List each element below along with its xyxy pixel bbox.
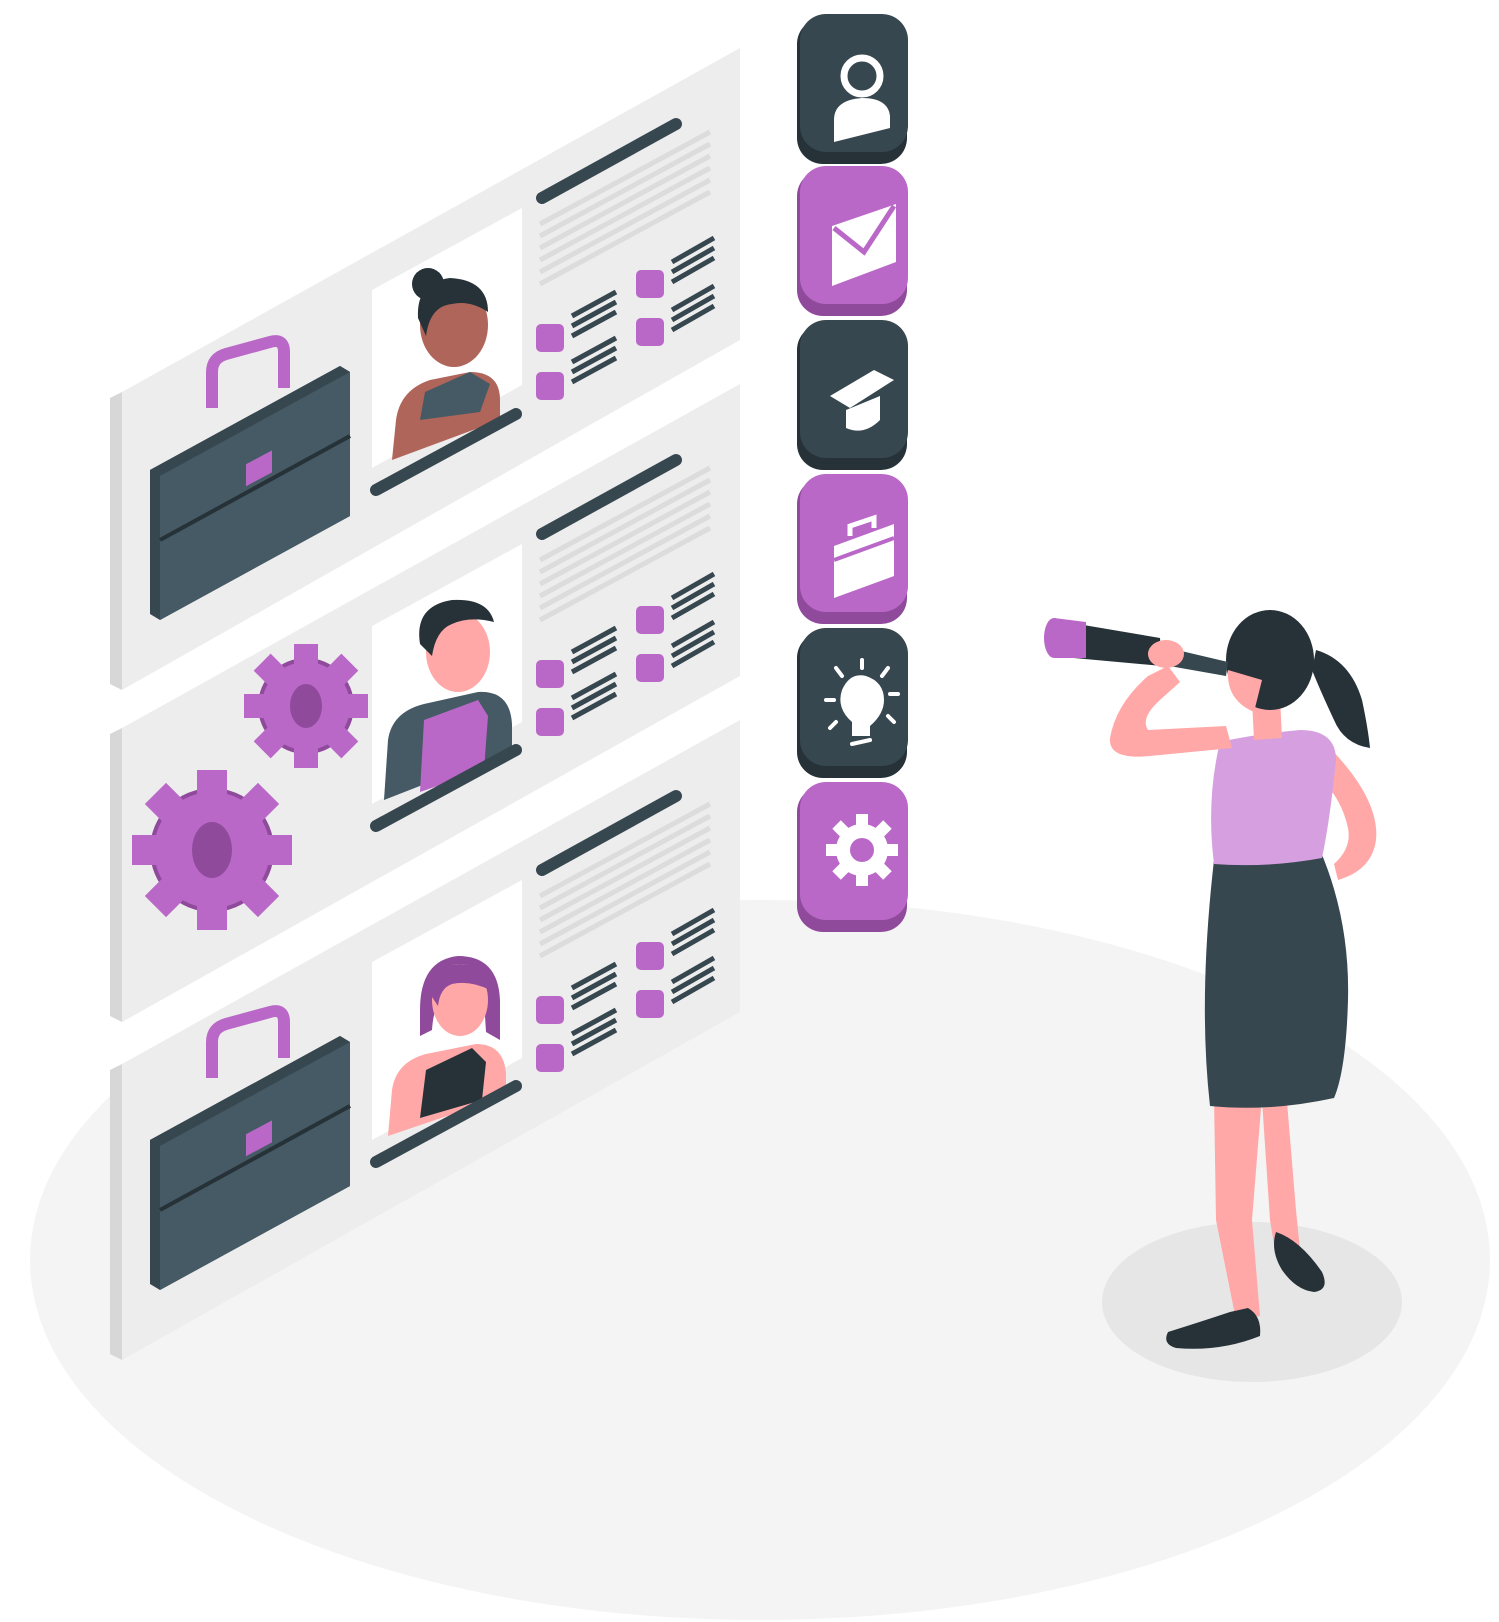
card-side [110, 728, 122, 1022]
telescope [1044, 618, 1228, 676]
category-tile-education [797, 320, 908, 470]
category-tile-work [797, 474, 908, 624]
category-tile-user [797, 14, 908, 164]
category-tile-mail [797, 166, 908, 316]
gear-icon [826, 814, 898, 886]
category-tile-idea [797, 628, 908, 778]
card-side [110, 1064, 122, 1360]
recruitment-illustration [30, 14, 1490, 1620]
card-side [110, 392, 122, 690]
category-tile-settings [797, 782, 908, 932]
